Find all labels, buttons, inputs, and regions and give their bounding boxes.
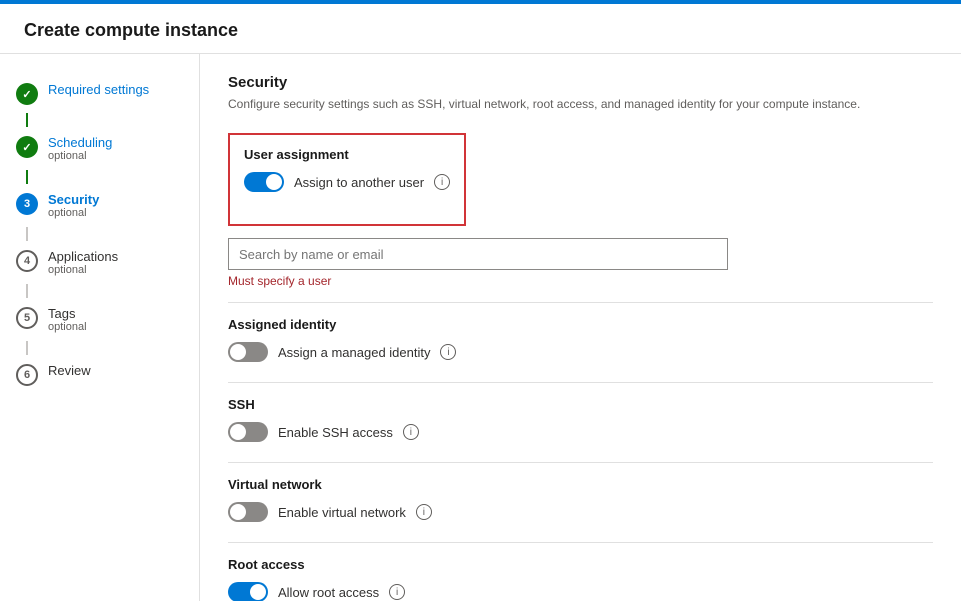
sidebar-item-tags[interactable]: 5 Tags optional (0, 298, 199, 341)
sidebar-item-label-3: Security (48, 192, 99, 207)
assigned-identity-info-icon[interactable]: i (440, 344, 456, 360)
sidebar-item-review[interactable]: 6 Review (0, 355, 199, 394)
user-assignment-block: User assignment Assign to another user i (244, 147, 450, 192)
virtual-network-toggle-thumb (230, 504, 246, 520)
divider-4 (228, 542, 933, 543)
root-access-block: Root access Allow root access i (228, 557, 933, 601)
ssh-toggle-label: Enable SSH access (278, 425, 393, 440)
search-wrapper (228, 238, 933, 270)
sidebar-item-sub-3: optional (48, 207, 99, 219)
user-assignment-title: User assignment (244, 147, 450, 162)
ssh-title: SSH (228, 397, 933, 412)
sidebar-item-sub-5: optional (48, 321, 87, 333)
connector-5 (26, 341, 28, 355)
root-access-toggle-label: Allow root access (278, 585, 379, 600)
virtual-network-toggle[interactable] (228, 502, 268, 522)
sidebar-item-sub-4: optional (48, 264, 118, 276)
ssh-block: SSH Enable SSH access i (228, 397, 933, 442)
assigned-identity-title: Assigned identity (228, 317, 933, 332)
ssh-toggle-row: Enable SSH access i (228, 422, 933, 442)
root-access-toggle[interactable] (228, 582, 268, 601)
root-access-toggle-track (228, 582, 268, 601)
user-assignment-toggle-track (244, 172, 284, 192)
virtual-network-toggle-label: Enable virtual network (278, 505, 406, 520)
sidebar-item-label-2: Scheduling (48, 135, 112, 150)
sidebar-item-label-1: Required settings (48, 82, 149, 97)
virtual-network-block: Virtual network Enable virtual network i (228, 477, 933, 522)
divider-3 (228, 462, 933, 463)
assigned-identity-toggle-track (228, 342, 268, 362)
page-title: Create compute instance (0, 4, 961, 54)
root-access-toggle-row: Allow root access i (228, 582, 933, 601)
virtual-network-toggle-track (228, 502, 268, 522)
sidebar-item-label-5: Tags (48, 306, 87, 321)
virtual-network-info-icon[interactable]: i (416, 504, 432, 520)
step-indicator-5: 5 (16, 307, 38, 329)
sidebar-item-sub-2: optional (48, 150, 112, 162)
ssh-info-icon[interactable]: i (403, 424, 419, 440)
connector-1 (26, 113, 28, 127)
assigned-identity-toggle-row: Assign a managed identity i (228, 342, 933, 362)
divider-2 (228, 382, 933, 383)
user-assignment-info-icon[interactable]: i (434, 174, 450, 190)
step-indicator-6: 6 (16, 364, 38, 386)
ssh-toggle-track (228, 422, 268, 442)
step-indicator-2: ✓ (16, 136, 38, 158)
sidebar: ✓ Required settings ✓ Scheduling optiona… (0, 54, 200, 601)
virtual-network-title: Virtual network (228, 477, 933, 492)
sidebar-item-scheduling[interactable]: ✓ Scheduling optional (0, 127, 199, 170)
assigned-identity-toggle-label: Assign a managed identity (278, 345, 430, 360)
step-indicator-4: 4 (16, 250, 38, 272)
connector-2 (26, 170, 28, 184)
root-access-toggle-thumb (250, 584, 266, 600)
sidebar-item-required-settings[interactable]: ✓ Required settings (0, 74, 199, 113)
root-access-title: Root access (228, 557, 933, 572)
assigned-identity-toggle-thumb (230, 344, 246, 360)
section-title: Security (228, 74, 933, 91)
root-access-info-icon[interactable]: i (389, 584, 405, 600)
assigned-identity-block: Assigned identity Assign a managed ident… (228, 317, 933, 362)
sidebar-item-label-4: Applications (48, 249, 118, 264)
divider-1 (228, 302, 933, 303)
sidebar-item-applications[interactable]: 4 Applications optional (0, 241, 199, 284)
main-content: Security Configure security settings suc… (200, 54, 961, 601)
virtual-network-toggle-row: Enable virtual network i (228, 502, 933, 522)
user-assignment-toggle[interactable] (244, 172, 284, 192)
ssh-toggle-thumb (230, 424, 246, 440)
connector-4 (26, 284, 28, 298)
search-input[interactable] (228, 238, 728, 270)
sidebar-item-label-6: Review (48, 363, 91, 378)
step-indicator-3: 3 (16, 193, 38, 215)
user-assignment-toggle-row: Assign to another user i (244, 172, 450, 192)
step-indicator-1: ✓ (16, 83, 38, 105)
connector-3 (26, 227, 28, 241)
layout: ✓ Required settings ✓ Scheduling optiona… (0, 54, 961, 601)
ssh-toggle[interactable] (228, 422, 268, 442)
search-hint: Must specify a user (228, 274, 933, 288)
user-assignment-toggle-label: Assign to another user (294, 175, 424, 190)
section-description: Configure security settings such as SSH,… (228, 95, 933, 113)
user-assignment-highlight-box: User assignment Assign to another user i (228, 133, 466, 226)
user-assignment-toggle-thumb (266, 174, 282, 190)
assigned-identity-toggle[interactable] (228, 342, 268, 362)
sidebar-item-security[interactable]: 3 Security optional (0, 184, 199, 227)
